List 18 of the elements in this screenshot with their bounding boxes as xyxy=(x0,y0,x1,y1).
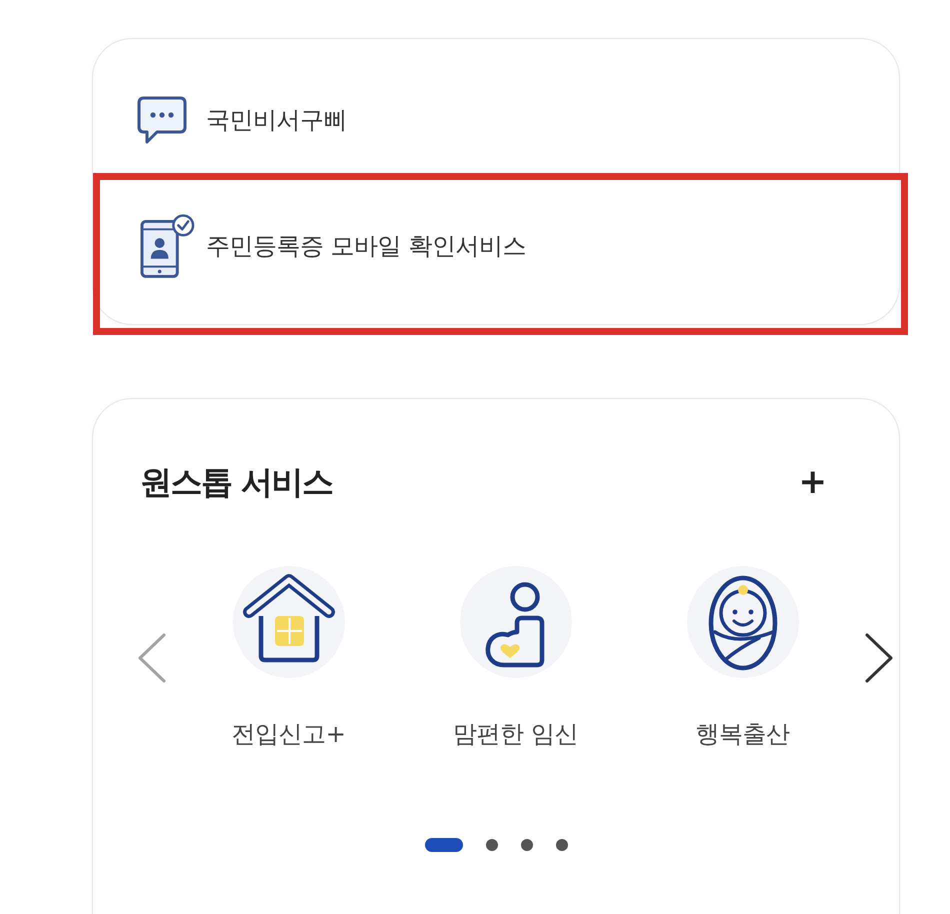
house-icon xyxy=(232,566,344,678)
swaddled-baby-icon xyxy=(686,566,798,678)
page-dot[interactable] xyxy=(520,839,532,851)
section-title: 원스톱 서비스 xyxy=(140,462,333,502)
shortcut-link[interactable]: 국민비서구삐 xyxy=(93,57,899,183)
phone-id-check-icon xyxy=(140,213,195,279)
speech-bubble-icon xyxy=(137,96,187,144)
pregnant-figure-icon xyxy=(460,566,572,678)
chevron-right-icon xyxy=(865,632,893,682)
next-button[interactable] xyxy=(865,632,893,682)
page-dot[interactable] xyxy=(556,839,568,851)
service-item[interactable]: 맘편한 임신 xyxy=(411,566,620,749)
plus-button[interactable]: + xyxy=(796,462,829,502)
page-dot[interactable] xyxy=(486,839,498,851)
service-item[interactable]: 전입신고+ xyxy=(184,566,393,749)
shortcut-link[interactable]: 주민등록증 모바일 확인서비스 xyxy=(93,183,899,309)
chevron-left-icon xyxy=(138,632,166,682)
service-item[interactable]: 행복출산 xyxy=(638,566,847,749)
